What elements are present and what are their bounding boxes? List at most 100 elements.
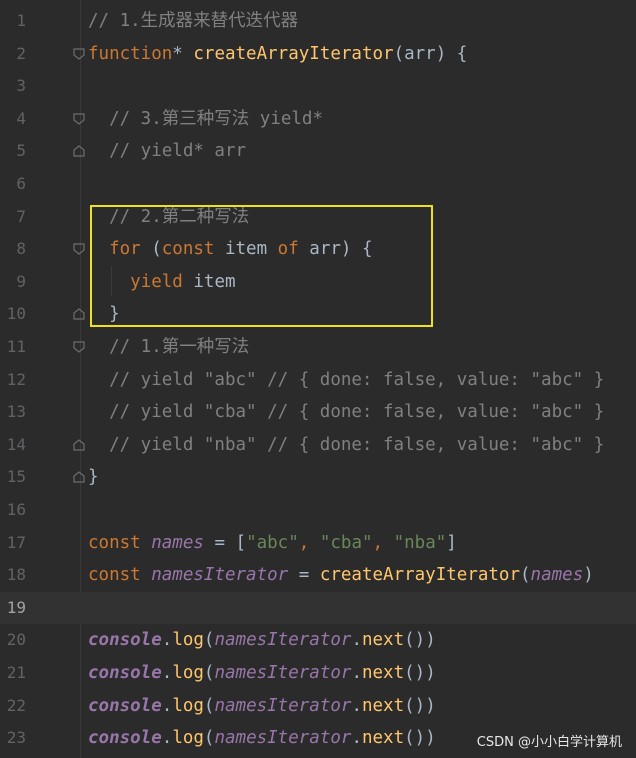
code-token: . bbox=[161, 663, 173, 683]
line-number: 14 bbox=[6, 434, 26, 454]
line-number: 16 bbox=[6, 500, 26, 519]
code-token: log bbox=[172, 663, 204, 683]
code-token: ( bbox=[520, 565, 531, 586]
code-token: log bbox=[172, 630, 204, 651]
line-number: 11 bbox=[6, 337, 26, 356]
line-number: 13 bbox=[6, 402, 26, 422]
code-token: , bbox=[372, 532, 394, 553]
code-line[interactable]: 1 // 1.生成器来替代迭代器 bbox=[0, 5, 636, 38]
code-token: log bbox=[172, 695, 204, 716]
code-token: ( bbox=[203, 663, 215, 683]
code-line[interactable]: 17 const names = ["abc", "cba", "nba"] bbox=[0, 527, 636, 560]
code-text: console.log(namesIterator.next()) bbox=[88, 690, 436, 723]
fold-close-icon[interactable] bbox=[72, 144, 86, 158]
code-token: . bbox=[161, 728, 173, 749]
code-text: // yield "nba" // { done: false, value: … bbox=[88, 429, 604, 462]
fold-close-icon[interactable] bbox=[72, 470, 86, 484]
code-token: namesIterator bbox=[214, 630, 352, 651]
code-token: next bbox=[361, 695, 405, 716]
code-line[interactable]: 9 yield item bbox=[0, 266, 636, 299]
fold-open-icon[interactable] bbox=[72, 242, 86, 256]
code-line[interactable]: 13 // yield "cba" // { done: false, valu… bbox=[0, 396, 636, 429]
code-token: . bbox=[161, 695, 173, 716]
code-line[interactable]: 15} bbox=[0, 461, 636, 494]
code-line[interactable]: 8 for (const item of arr) { bbox=[0, 233, 636, 266]
code-token: createArrayIterator bbox=[319, 565, 520, 586]
fold-close-icon[interactable] bbox=[72, 438, 86, 452]
code-token: = [ bbox=[203, 532, 247, 553]
fold-open-icon[interactable] bbox=[72, 112, 86, 126]
fold-open-icon[interactable] bbox=[72, 340, 86, 354]
code-token: // 1.第一种写法 bbox=[88, 337, 250, 357]
code-line[interactable]: 22 console.log(namesIterator.next()) bbox=[0, 690, 636, 723]
code-token: "abc" bbox=[246, 532, 299, 553]
code-text: // 1.第一种写法 bbox=[88, 331, 249, 364]
line-number: 6 bbox=[16, 174, 26, 193]
code-line[interactable]: 20 console.log(namesIterator.next()) bbox=[0, 624, 636, 657]
fold-close-icon[interactable] bbox=[72, 307, 86, 321]
code-line[interactable]: 11 // 1.第一种写法 bbox=[0, 331, 636, 364]
line-number: 19 bbox=[6, 597, 26, 617]
code-token: const bbox=[88, 565, 141, 586]
code-token: ( bbox=[203, 695, 215, 716]
code-token: . bbox=[351, 630, 362, 651]
code-editor[interactable]: 1 // 1.生成器来替代迭代器 2 function* createArrayIte… bbox=[0, 0, 636, 758]
code-line[interactable]: 19 bbox=[0, 591, 636, 625]
fold-open-icon[interactable] bbox=[72, 47, 86, 61]
line-number: 9 bbox=[16, 271, 26, 291]
code-line[interactable]: 12 // yield "abc" // { done: false, valu… bbox=[0, 364, 636, 397]
code-text: const namesIterator = createArrayIterato… bbox=[88, 559, 594, 592]
code-token: // yield* arr bbox=[88, 141, 247, 162]
code-text: // yield "abc" // { done: false, value: … bbox=[88, 364, 604, 397]
code-token: ] bbox=[446, 532, 457, 553]
code-token: . bbox=[351, 728, 362, 749]
code-line[interactable]: 6 bbox=[0, 168, 636, 201]
line-number: 22 bbox=[6, 695, 26, 715]
code-text: console.log(namesIterator.next()) bbox=[88, 657, 436, 690]
code-text: // 1.生成器来替代迭代器 bbox=[88, 5, 298, 38]
code-token: ) bbox=[583, 565, 594, 586]
code-token: ()) bbox=[404, 630, 436, 651]
code-line[interactable]: 21 console.log(namesIterator.next()) bbox=[0, 657, 636, 690]
code-line[interactable]: 3 bbox=[0, 70, 636, 103]
line-number: 12 bbox=[6, 369, 26, 389]
code-token: (arr) { bbox=[393, 43, 468, 64]
code-text: console.log(namesIterator.next()) bbox=[88, 624, 436, 657]
code-token: , bbox=[298, 532, 320, 553]
line-number: 10 bbox=[6, 304, 26, 324]
code-token: namesIterator bbox=[151, 565, 289, 586]
indent-guide bbox=[111, 266, 112, 296]
code-token: namesIterator bbox=[214, 728, 352, 749]
code-token: . bbox=[351, 663, 362, 683]
code-token: names bbox=[151, 532, 204, 553]
line-number: 18 bbox=[6, 565, 26, 585]
code-text: } bbox=[88, 298, 120, 331]
code-line[interactable]: 18 const namesIterator = createArrayItera… bbox=[0, 559, 636, 592]
code-token: const bbox=[88, 532, 141, 553]
code-line[interactable]: 4 // 3.第三种写法 yield* bbox=[0, 103, 636, 136]
code-token: "nba" bbox=[393, 532, 447, 553]
code-token: "cba" bbox=[319, 532, 373, 553]
code-token: ( bbox=[203, 728, 215, 749]
code-line[interactable]: 7 // 2.第二种写法 bbox=[0, 201, 636, 234]
code-token: createArrayIterator bbox=[193, 43, 394, 64]
code-line[interactable]: 10 } bbox=[0, 298, 636, 331]
code-token: log bbox=[172, 728, 204, 749]
code-token: next bbox=[361, 663, 405, 683]
code-line[interactable]: 16 bbox=[0, 494, 636, 527]
code-line[interactable]: 14 // yield "nba" // { done: false, valu… bbox=[0, 429, 636, 462]
code-text: for (const item of arr) { bbox=[88, 233, 372, 266]
code-token: next bbox=[361, 728, 405, 749]
code-token: } bbox=[88, 304, 120, 325]
code-token: names bbox=[530, 565, 584, 586]
code-text: function* createArrayIterator(arr) { bbox=[88, 38, 467, 71]
code-token: function bbox=[88, 43, 173, 64]
code-line[interactable]: 5 // yield* arr bbox=[0, 135, 636, 168]
code-line[interactable]: 2 function* createArrayIterator(arr) { bbox=[0, 38, 636, 71]
watermark: CSDN @小小白学计算机 bbox=[476, 735, 622, 750]
code-text: const names = ["abc", "cba", "nba"] bbox=[88, 527, 457, 560]
code-token: . bbox=[351, 695, 362, 716]
